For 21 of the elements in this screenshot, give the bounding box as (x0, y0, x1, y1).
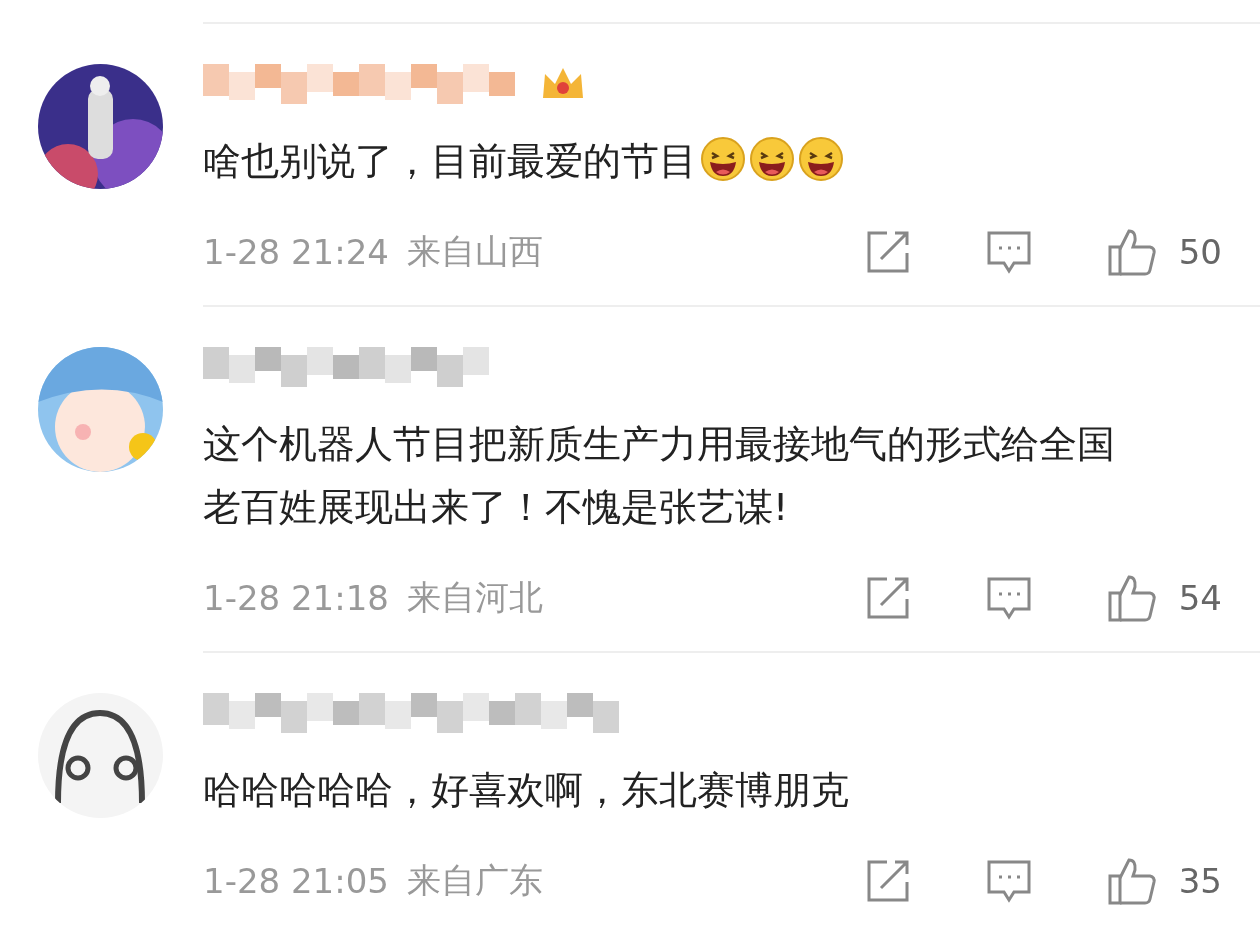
thumbs-up-icon[interactable] (1106, 573, 1157, 623)
comment-text: 啥也别说了，目前最爱的节目 (203, 130, 1222, 193)
comment-icon[interactable] (985, 230, 1032, 274)
laughing-emoji-icon (749, 136, 795, 182)
like-count: 50 (1178, 232, 1222, 272)
comment-text: 这个机器人节目把新质生产力用最接地气的形式给全国老百姓展现出来了！不愧是张艺谋! (203, 421, 1116, 531)
comment-icon[interactable] (985, 576, 1032, 620)
like-count: 54 (1178, 578, 1222, 618)
like-count: 35 (1178, 861, 1222, 901)
comment-location: 来自广东 (406, 859, 543, 902)
thumbs-up-icon[interactable] (1106, 856, 1157, 906)
comment-time: 1-28 21:05 (203, 861, 389, 901)
comment-location: 来自河北 (406, 576, 543, 619)
comment-text: 哈哈哈哈哈，好喜欢啊，东北赛博朋克 (203, 767, 850, 814)
laughing-emoji-icon (700, 136, 746, 182)
thumbs-up-icon[interactable] (1106, 227, 1157, 277)
comment-time: 1-28 21:18 (203, 578, 389, 618)
comment-location: 来自山西 (406, 230, 543, 273)
comment-icon[interactable] (985, 859, 1032, 903)
laughing-emoji-icon (798, 136, 844, 182)
comment-time: 1-28 21:24 (203, 232, 389, 272)
